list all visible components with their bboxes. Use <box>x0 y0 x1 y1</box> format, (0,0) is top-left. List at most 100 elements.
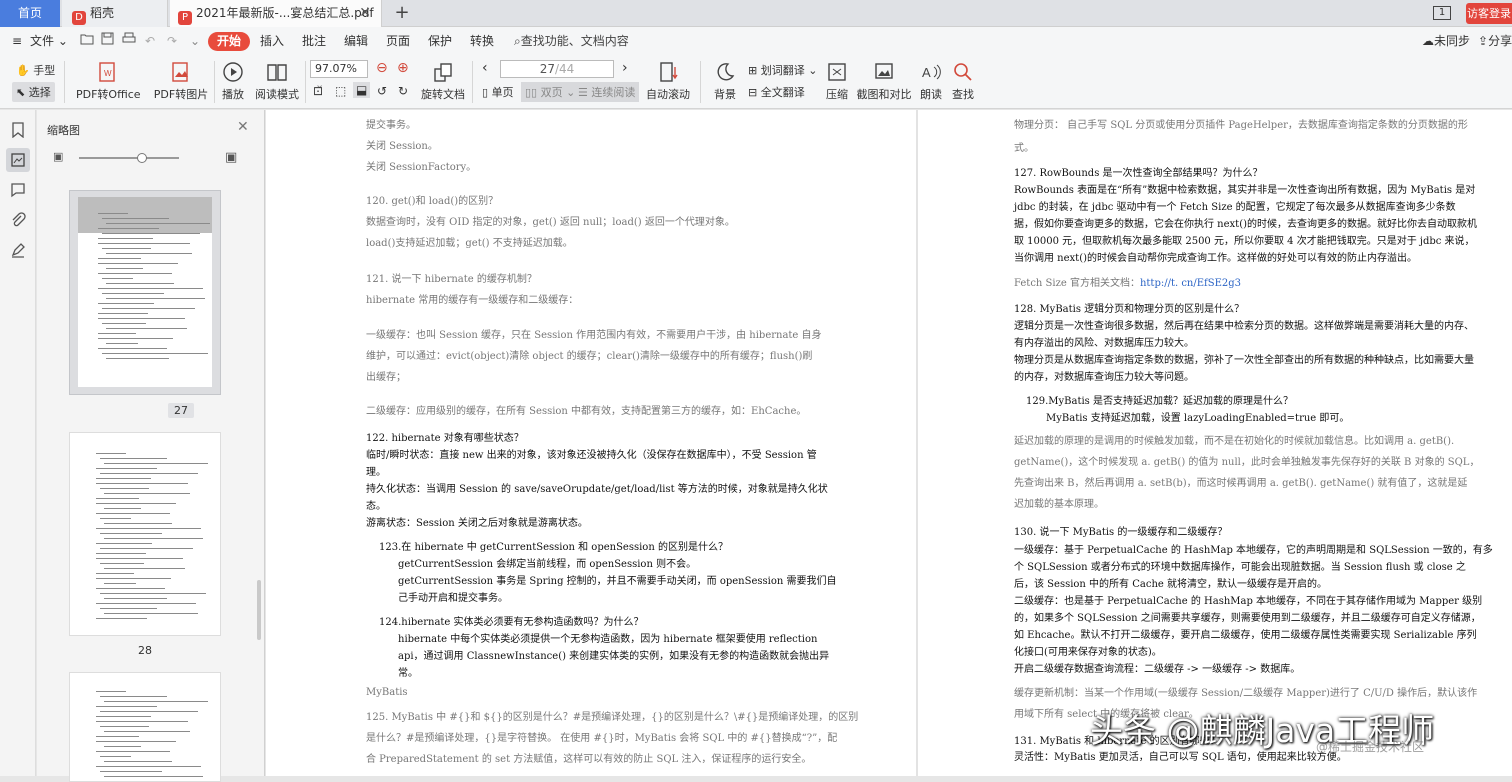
left-page-text-line: 关闭 Session。 <box>366 137 438 152</box>
tab-home[interactable]: 首页 <box>0 0 60 27</box>
thumbnail-text-line <box>98 348 167 349</box>
read-mode-button[interactable]: 阅读模式 <box>254 61 300 102</box>
magnifier-icon <box>954 63 972 81</box>
menu-bar: ≡ 文件 ⌄ ↶ ↷ ⌄ 开始 插入 批注 编辑 页面 保护 转换 ⌕查找功能、… <box>0 27 1512 55</box>
slider-knob[interactable] <box>137 153 147 163</box>
menu-icon[interactable]: ≡ <box>12 32 22 51</box>
menu-convert[interactable]: 转换 <box>470 32 494 51</box>
thumbnail-scrollbar[interactable] <box>257 580 261 640</box>
watermark-site-text: @稀土掘金技术社区 <box>1316 740 1425 754</box>
full-translate-button[interactable]: ⊟ 全文翻译 <box>748 84 805 100</box>
thumbnail-text-line <box>102 248 151 249</box>
fit-width-icon[interactable]: ⬓ <box>353 82 371 98</box>
menu-file[interactable]: 文件 ⌄ <box>30 32 68 51</box>
right-page-text-line: 129.MyBatis 是否支持延迟加载？延迟加载的原理是什么？ <box>1026 392 1293 407</box>
zoom-in-icon[interactable]: ⊕ <box>397 60 409 76</box>
text-content: 物理分页： 自己手写 SQL 分页或使用分页插件 PageHelper，去数据库… <box>1014 120 1468 131</box>
word-translate-button[interactable]: ⊞ 划词翻译 ⌄ <box>748 62 817 78</box>
double-page-label: 双页 <box>540 86 563 99</box>
page-number-input[interactable]: 27/44 <box>500 60 614 78</box>
right-page-text-line: 物理分页是从数据库查询指定条数的数据，弥补了一次性全部查出的所有数据的种种缺点，… <box>1014 351 1474 366</box>
attachment-icon[interactable] <box>6 208 30 232</box>
open-folder-icon[interactable] <box>80 32 94 51</box>
shrink-thumbnail-icon[interactable]: ▣ <box>53 150 63 163</box>
menu-insert[interactable]: 插入 <box>260 32 284 51</box>
right-page-text-line: getName()，这个时候发现 a. getB() 的值为 null，此时会单… <box>1014 453 1479 468</box>
thumbnail-text-line <box>96 751 170 752</box>
left-page-text-line: 合 PreparedStatement 的 set 方法赋值，这样可以有效的防止… <box>366 750 811 765</box>
tab-pdf-title: 2021年最新版-...宴总结汇总.pdf <box>196 6 374 20</box>
text-content: 逻辑分页是一次性查询很多数据，然后再在结果中检索分页的数据。这样做弊端是需要消耗… <box>1014 321 1474 332</box>
auto-scroll-button[interactable]: 自动滚动 <box>644 61 692 102</box>
tab-pdf-document[interactable]: P 2021年最新版-...宴总结汇总.pdf ✕ <box>170 0 382 27</box>
rotate-document-label: 旋转文档 <box>421 88 465 101</box>
pdf-to-office-button[interactable]: W PDF转Office <box>76 61 141 102</box>
new-tab-icon[interactable]: + <box>392 0 412 27</box>
signature-icon[interactable] <box>6 238 30 262</box>
zoom-out-icon[interactable]: ⊖ <box>376 60 388 76</box>
tab-daoke[interactable]: D 稻壳 <box>62 0 168 27</box>
screenshot-compare-label: 截图和对比 <box>856 88 912 101</box>
visitor-login-button[interactable]: 访客登录 <box>1466 3 1512 24</box>
thumbnail-text-line <box>104 731 190 732</box>
thumbnail-text-line <box>102 353 208 354</box>
thumbnail-page-number: 27 <box>168 403 194 418</box>
rotate-right-icon[interactable]: ↻ <box>398 84 408 98</box>
thumbnail-size-slider[interactable] <box>79 153 179 163</box>
thumbnail-text-line <box>98 318 185 319</box>
background-button[interactable]: 背景 <box>708 61 742 102</box>
print-icon[interactable] <box>122 32 136 51</box>
text-content: 121. 说一下 hibernate 的缓存机制？ <box>366 274 537 285</box>
thumbnail-text-line <box>100 696 167 697</box>
compress-button[interactable]: 压缩 <box>822 61 852 102</box>
enlarge-thumbnail-icon[interactable]: ▣ <box>225 150 237 165</box>
play-button[interactable]: 播放 <box>218 61 248 102</box>
text-content: getName()，这个时候发现 a. getB() 的值为 null，此时会单… <box>1014 457 1480 468</box>
double-page-button[interactable]: ▯▯ 双页 ⌄ <box>521 82 580 102</box>
single-page-button[interactable]: ▯ 单页 <box>482 84 514 100</box>
next-page-icon[interactable]: › <box>622 60 628 76</box>
undo-icon[interactable]: ↶ <box>145 32 155 51</box>
bookmark-icon[interactable] <box>6 118 30 142</box>
redo-icon[interactable]: ↷ <box>167 32 177 51</box>
close-tab-icon[interactable]: ✕ <box>359 0 371 27</box>
more-chevron-icon[interactable]: ⌄ <box>190 32 200 51</box>
continuous-read-button[interactable]: ☰ 连续阅读 <box>574 82 640 102</box>
menu-edit[interactable]: 编辑 <box>344 32 368 51</box>
menu-annotate[interactable]: 批注 <box>302 32 326 51</box>
save-icon[interactable] <box>101 32 114 51</box>
thumbnail-image-27 <box>78 197 212 387</box>
screenshot-compare-button[interactable]: 截图和对比 <box>856 61 912 102</box>
text-content: 迟加载的基本原理。 <box>1014 499 1104 510</box>
select-tool-button[interactable]: ⬉ 选择 <box>12 82 55 102</box>
thumbnail-text-line <box>96 553 146 554</box>
find-button[interactable]: 查找 <box>948 61 978 102</box>
comment-icon[interactable] <box>6 178 30 202</box>
pdf-to-image-button[interactable]: PDF转图片 <box>152 61 210 102</box>
zoom-level-select[interactable]: 97.07% ⌄ <box>310 60 368 91</box>
menu-page[interactable]: 页面 <box>386 32 410 51</box>
fit-page-icon[interactable]: ⬚ <box>335 84 346 98</box>
prev-page-icon[interactable]: ‹ <box>482 60 488 76</box>
thumbnail-panel-icon[interactable] <box>6 148 30 172</box>
window-count-badge[interactable]: 1 <box>1433 6 1451 20</box>
function-search-box[interactable]: ⌕查找功能、文档内容 <box>514 31 629 51</box>
read-aloud-button[interactable]: A 朗读 <box>916 61 946 102</box>
thumbnail-page-27[interactable] <box>69 190 221 395</box>
share-button[interactable]: ⇪分享 <box>1478 32 1512 51</box>
menu-protect[interactable]: 保护 <box>428 32 452 51</box>
right-page-text-line: 的，如果多个 SQLSession 之间需要共享缓存，则需要使用到二级缓存，并且… <box>1014 609 1481 624</box>
rotate-document-button[interactable]: 旋转文档 <box>420 61 466 102</box>
thumbnail-page-28[interactable] <box>69 432 221 636</box>
close-icon[interactable]: ✕ <box>237 119 249 135</box>
sync-status[interactable]: ☁未同步 <box>1422 32 1470 51</box>
left-page-text-line: 提交事务。 <box>366 116 416 131</box>
thumbnail-text-line <box>104 761 172 762</box>
thumbnail-page-29[interactable] <box>69 672 221 782</box>
moon-icon <box>717 63 735 81</box>
rotate-left-icon[interactable]: ↺ <box>377 84 387 98</box>
actual-size-icon[interactable]: ⊡ <box>313 84 323 98</box>
menu-start[interactable]: 开始 <box>208 32 251 51</box>
document-link[interactable]: http://t. cn/EfSE2g3 <box>1140 278 1241 289</box>
hand-tool-button[interactable]: ✋ 手型 <box>16 62 55 78</box>
